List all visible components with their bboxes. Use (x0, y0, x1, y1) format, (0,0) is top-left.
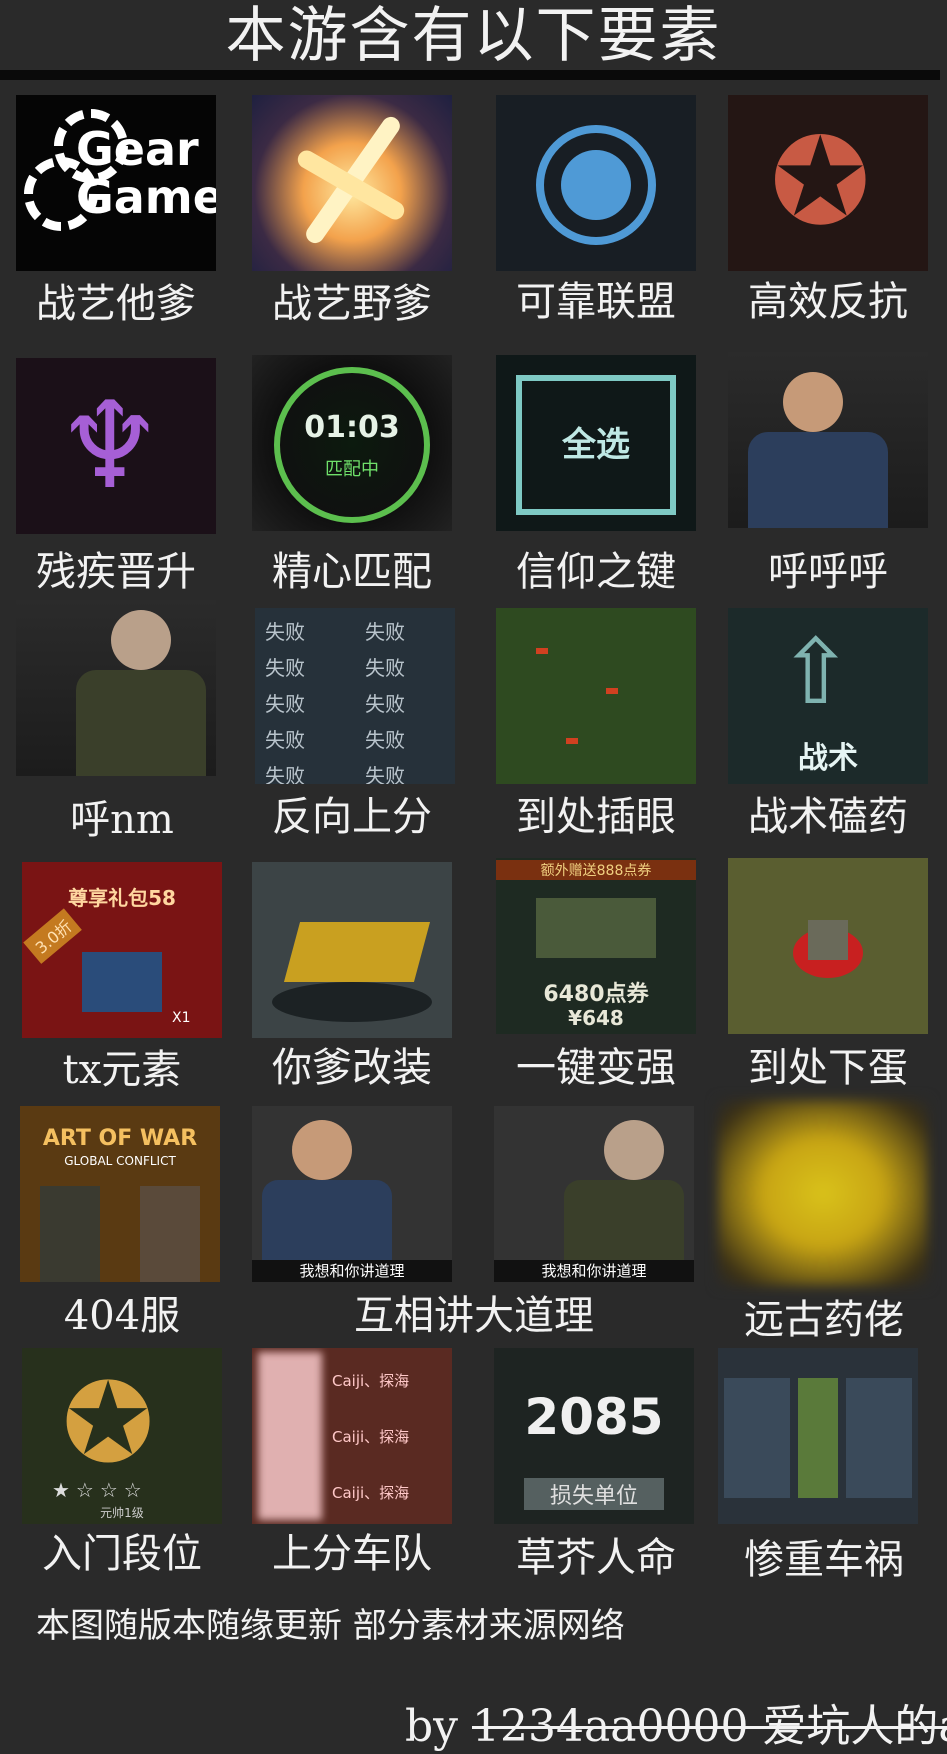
caption: 互相讲大道理 (354, 1293, 594, 1339)
talk-text: 我想和你讲道理 (252, 1260, 452, 1282)
by-label: by (405, 1701, 473, 1752)
crate-icon (536, 898, 656, 958)
points-crate-tile: 额外赠送888点券 6480点券 ¥648 (496, 858, 696, 1034)
caption: tx元素 (62, 1047, 182, 1093)
crate-price: ¥648 (568, 1006, 624, 1030)
gift-box-icon (82, 952, 162, 1012)
gift-title: 尊享礼包58 (68, 886, 176, 910)
blurred-image (718, 1100, 928, 1286)
team-text: Caiji、探海 (332, 1372, 410, 1390)
promotion-emblem-tile: ♆ (16, 358, 216, 534)
tactic-text: 战术 (798, 741, 858, 776)
caption: 战艺他爹 (36, 281, 196, 327)
discount-badge: 3.0折 (23, 908, 83, 964)
caption: 呼呼呼 (768, 549, 888, 595)
aow-subtitle: GLOBAL CONFLICT (64, 1154, 176, 1168)
footer-note: 本图随版本随缘更新 部分素材来源网络 (36, 1606, 625, 1646)
officer-portrait (728, 352, 928, 528)
gear-games-logo: Gear Games (16, 95, 216, 271)
defeat-list-tile: 失败 失败 失败 失败 失败 失败 失败 失败 失败 失败 (255, 608, 455, 784)
caption: 你爹改装 (272, 1045, 432, 1091)
tank-icon (283, 922, 431, 982)
golden-tank-tile (252, 862, 452, 1038)
caption: 战术磕药 (748, 794, 908, 840)
alliance-emblem-tile (496, 95, 696, 271)
caption: 惨重车祸 (744, 1537, 904, 1583)
logo-text: Gear Games (76, 122, 216, 224)
rank-label: 元帅1级 (100, 1506, 144, 1520)
units-lost-tile: 2085 损失单位 (494, 1348, 694, 1524)
select-all-text: 全选 (562, 425, 630, 465)
art-of-war-tile: ART OF WAR GLOBAL CONFLICT (20, 1106, 220, 1282)
caption: 反向上分 (272, 794, 432, 840)
caption: 高效反抗 (748, 279, 908, 325)
units-lost-value: 2085 (524, 1388, 664, 1446)
rank-stars: ★☆☆☆ (52, 1478, 148, 1502)
caption: 到处插眼 (516, 794, 676, 840)
team-text: Caiji、探海 (332, 1428, 410, 1446)
party-list-tile: Caiji、探海 Caiji、探海 Caiji、探海 (252, 1348, 452, 1524)
caption: 残疾晋升 (36, 549, 196, 595)
resistance-emblem-tile: ✪ (728, 95, 928, 271)
crate-banner: 额外赠送888点券 (496, 860, 696, 880)
elder-portrait (16, 600, 216, 776)
talk-officer-tile: 我想和你讲道理 (252, 1106, 452, 1282)
fist-star-icon: ✪ (770, 113, 871, 252)
caption: 精心匹配 (272, 549, 432, 595)
talk-text: 我想和你讲道理 (494, 1260, 694, 1282)
wings-icon: ♆ (56, 377, 164, 516)
caption: 上分车队 (272, 1531, 432, 1577)
caption: 呼nm (70, 797, 174, 843)
arrow-up-icon: ⇧ (778, 620, 854, 725)
caption: 草芥人命 (516, 1535, 676, 1581)
crate-points: 6480点券 (543, 982, 649, 1007)
tactics-boost-tile: ⇧ 战术 (728, 608, 928, 784)
caption: 404服 (63, 1293, 181, 1339)
map-spawn-tile (728, 858, 928, 1034)
rank-badge-tile: ✪ ★☆☆☆ 元帅1级 (22, 1348, 222, 1524)
caption: 远古药佬 (744, 1297, 904, 1343)
gift-count: X1 (172, 1010, 191, 1026)
author-credit: by 1234aa0000 爱坑人的aa (405, 1700, 947, 1754)
aow-title: ART OF WAR (42, 1126, 198, 1151)
lobby-screenshot-tile (718, 1348, 918, 1524)
defeat-text: 失败 失败 失败 失败 失败 失败 失败 失败 失败 失败 (265, 620, 405, 784)
title-divider (0, 70, 940, 80)
gift-pack-tile: 尊享礼包58 3.0折 X1 (22, 862, 222, 1038)
team-text: Caiji、探海 (332, 1484, 410, 1502)
caption: 一键变强 (516, 1045, 676, 1091)
talk-elder-tile: 我想和你讲道理 (494, 1106, 694, 1282)
caption: 可靠联盟 (516, 279, 676, 325)
author-name: 1234aa0000 爱坑人的aa (472, 1701, 947, 1752)
forest-map-tile (496, 608, 696, 784)
matchmaking-timer-tile: 01:03 匹配中 (252, 355, 452, 531)
caption: 信仰之键 (516, 549, 676, 595)
timer-text: 01:03 (304, 410, 400, 445)
caption: 到处下蛋 (748, 1045, 908, 1091)
burst-logo-tile (252, 95, 452, 271)
building-icon (808, 920, 848, 960)
units-lost-label: 损失单位 (524, 1478, 664, 1510)
select-all-key-tile: 全选 (496, 355, 696, 531)
star-medal-icon: ✪ (62, 1359, 155, 1487)
caption: 入门段位 (42, 1531, 202, 1577)
timer-status: 匹配中 (325, 459, 379, 480)
caption: 战艺野爹 (272, 281, 432, 327)
page-title: 本游含有以下要素 (225, 1, 722, 71)
